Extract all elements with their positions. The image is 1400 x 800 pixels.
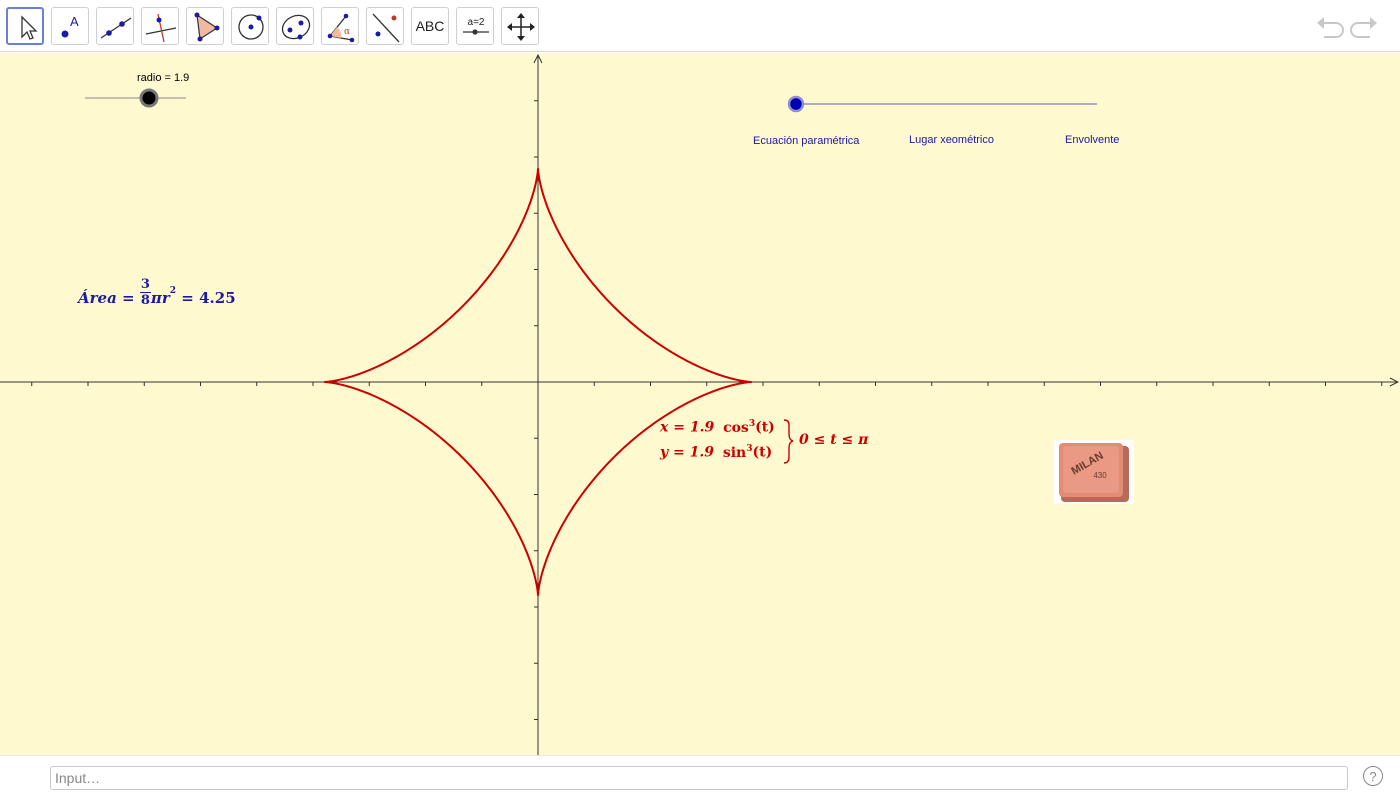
move-arrows-icon: [507, 13, 535, 41]
slider-tool[interactable]: a=2: [456, 7, 494, 45]
toolbar: A α ABC a=2: [0, 0, 1400, 52]
axes: [0, 53, 1400, 755]
cursor-arrow-icon: [21, 15, 38, 40]
area-equals: =: [122, 289, 135, 307]
text-tool-label: ABC: [415, 18, 445, 34]
angle-tool-label: α: [344, 27, 350, 37]
parametric-x-lhs: x = 1.9: [660, 419, 715, 436]
parametric-brace: [783, 419, 794, 464]
area-pi-r: πr: [150, 289, 170, 307]
parametric-range: 0 ≤ t ≤ π: [799, 432, 869, 448]
help-icon[interactable]: ?: [1363, 766, 1383, 786]
parametric-x-arg: (t): [755, 419, 775, 436]
line-tool[interactable]: [96, 7, 134, 45]
ellipse-tool[interactable]: [276, 7, 314, 45]
circle-center-icon: [238, 14, 264, 40]
help-label: ?: [1369, 768, 1377, 784]
parametric-y-arg: (t): [752, 444, 773, 461]
perpendicular-line-tool[interactable]: [141, 7, 179, 45]
parametric-y-line: y = 1.9 sin3(t): [660, 444, 772, 461]
move-tool[interactable]: [6, 7, 44, 45]
coordinate-plane: [0, 53, 1400, 755]
slider-icon: a=2: [463, 17, 489, 35]
area-lhs: Área: [78, 289, 117, 307]
eraser-number: 430: [1093, 471, 1107, 480]
move-graphics-tool[interactable]: [501, 7, 539, 45]
graphics-view[interactable]: radio = 1.9 Ecuación paramétrica Lugar x…: [0, 53, 1400, 755]
line-through-points-icon: [100, 17, 132, 39]
animation-slider-knob[interactable]: [787, 95, 805, 113]
angle-icon: α: [327, 13, 355, 43]
reflect-about-line-icon: [372, 13, 400, 43]
perpendicular-line-icon: [145, 13, 177, 43]
area-formula: Área = 3 8 πr2 = 4.25: [78, 277, 236, 308]
polygon-icon: [194, 12, 220, 42]
eraser-image[interactable]: MILAN 430: [1054, 440, 1134, 504]
area-value: 4.25: [199, 289, 236, 307]
undo-icon[interactable]: [1314, 14, 1344, 40]
slider-tool-label: a=2: [468, 17, 485, 28]
radio-slider-knob[interactable]: [139, 88, 159, 108]
area-numerator: 3: [139, 277, 151, 293]
parametric-x-line: x = 1.9 cos3(t): [660, 419, 775, 436]
parametric-equation-button[interactable]: Ecuación paramétrica: [753, 135, 859, 147]
locus-button[interactable]: Lugar xeométrico: [909, 134, 994, 146]
area-exponent: 2: [169, 286, 177, 296]
envelope-button[interactable]: Envolvente: [1065, 134, 1119, 146]
point-icon: A: [61, 14, 79, 38]
parametric-y-lhs: y = 1.9: [660, 444, 714, 461]
text-tool[interactable]: ABC: [411, 7, 449, 45]
reflect-tool[interactable]: [366, 7, 404, 45]
area-fraction: 3 8: [139, 277, 151, 308]
parametric-y-func: sin: [722, 444, 747, 461]
ellipse-icon: [281, 14, 311, 40]
redo-icon[interactable]: [1350, 14, 1380, 40]
area-equals-2: =: [181, 289, 194, 307]
input-bar: ?: [0, 755, 1400, 800]
circle-center-point-tool[interactable]: [231, 7, 269, 45]
area-denominator: 8: [140, 293, 150, 308]
parametric-x-func: cos: [723, 419, 749, 436]
point-tool[interactable]: A: [51, 7, 89, 45]
radio-slider-label: radio = 1.9: [137, 72, 190, 84]
point-tool-label: A: [70, 14, 79, 29]
algebra-input[interactable]: [50, 766, 1348, 790]
polygon-tool[interactable]: [186, 7, 224, 45]
angle-tool[interactable]: α: [321, 7, 359, 45]
